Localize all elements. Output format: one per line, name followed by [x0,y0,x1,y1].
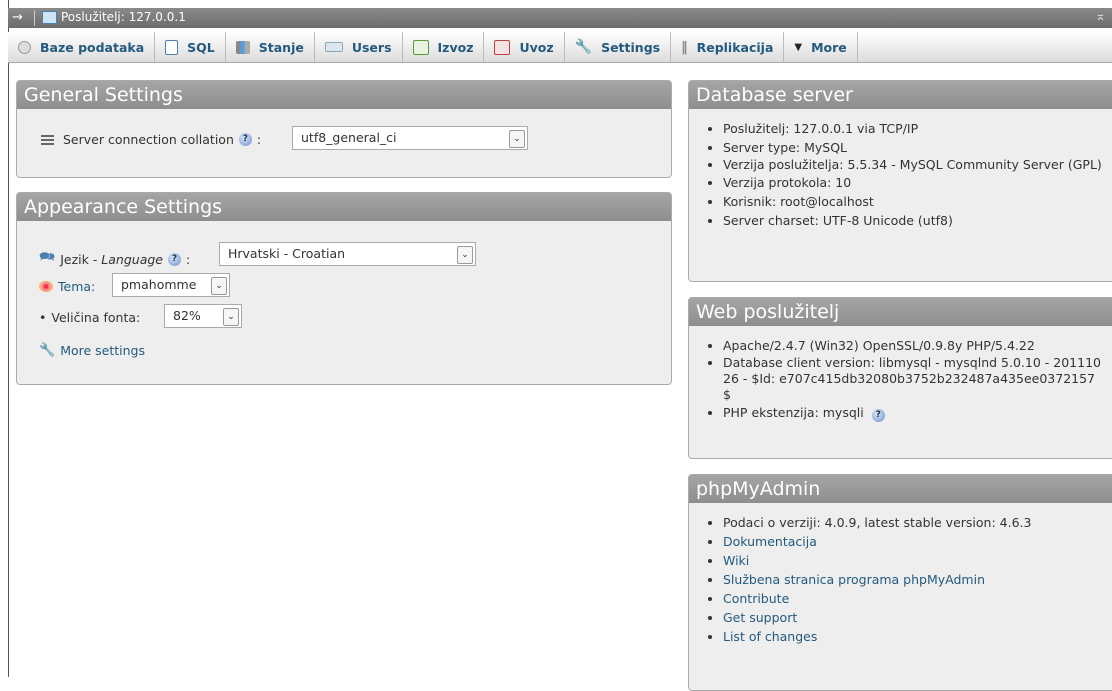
frame-left-border [8,0,9,677]
wrench-icon: 🔧 [39,343,56,358]
navigation-toggle-arrow-icon[interactable]: → [12,10,23,25]
sql-icon [165,39,179,55]
web-server-panel: Web poslužitelj Apache/2.4.7 (Win32) Ope… [688,297,1112,459]
list-item: Poslužitelj: 127.0.0.1 via TCP/IP [723,119,1109,138]
changelog-link[interactable]: List of changes [723,629,817,644]
tab-status[interactable]: Stanje [226,32,315,62]
main-tab-bar: Baze podataka SQL Stanje Users Izvoz Uvo… [8,32,1112,63]
tab-sql[interactable]: SQL [155,32,226,62]
collapse-icon[interactable]: ⌅ [1095,9,1106,24]
language-select[interactable]: Hrvatski - Croatian ⌄ [219,242,476,266]
tab-databases[interactable]: Baze podataka [8,32,156,62]
list-item: Službena stranica programa phpMyAdmin [723,570,1112,589]
contribute-link[interactable]: Contribute [723,591,789,606]
breadcrumb-server[interactable]: Poslužitelj: 127.0.0.1 [42,10,186,24]
list-item: Get support [723,608,1112,627]
general-settings-title: General Settings [17,81,671,109]
theme-icon [39,281,53,292]
help-icon[interactable]: ? [168,252,181,266]
version-info: Podaci o verziji: 4.0.9, latest stable v… [723,513,1112,532]
more-settings-link[interactable]: More settings [60,343,145,358]
wrench-icon: 🔧 [574,39,593,55]
list-item: Apache/2.4.7 (Win32) OpenSSL/0.9.8y PHP/… [723,336,1105,355]
database-server-panel: Database server Poslužitelj: 127.0.0.1 v… [688,80,1112,282]
appearance-settings-title: Appearance Settings [17,193,671,221]
database-server-title: Database server [689,81,1112,109]
caret-down-icon: ▼ [794,41,803,53]
tab-import[interactable]: Uvoz [484,32,565,62]
phpmyadmin-title: phpMyAdmin [689,475,1112,503]
get-support-link[interactable]: Get support [723,610,797,625]
web-server-title: Web poslužitelj [689,298,1112,326]
database-icon [18,40,31,54]
help-icon[interactable]: ? [871,409,885,422]
list-item: Database client version: libmysql - mysq… [723,355,1105,403]
language-label: Jezik - Language [60,251,163,267]
help-icon[interactable]: ? [238,133,252,146]
phpmyadmin-list: Podaci o verziji: 4.0.9, latest stable v… [689,503,1112,646]
language-icon: 🗪 [39,250,56,265]
general-settings-panel: General Settings Server connection colla… [16,80,672,178]
list-item: Server type: MySQL [723,138,1109,157]
list-item: Wiki [723,551,1112,570]
phpmyadmin-panel: phpMyAdmin Podaci o verziji: 4.0.9, late… [688,474,1112,691]
import-icon [494,39,511,55]
collation-select[interactable]: utf8_general_ci ⌄ [292,126,528,150]
homepage-link[interactable]: Službena stranica programa phpMyAdmin [723,572,985,587]
list-item: PHP ekstenzija: mysqli ? [723,403,1105,422]
tab-more[interactable]: ▼ More [784,32,858,62]
list-item: Korisnik: root@localhost [723,192,1109,211]
breadcrumb-bar: → Poslužitelj: 127.0.0.1 ⌅ [8,8,1112,28]
tab-export[interactable]: Izvoz [403,32,485,62]
status-icon [235,40,250,54]
breadcrumb-server-label: Poslužitelj: 127.0.0.1 [61,10,186,24]
list-item: Server charset: UTF-8 Unicode (utf8) [723,211,1109,230]
font-size-select[interactable]: 82% ⌄ [164,304,242,328]
wiki-link[interactable]: Wiki [723,553,749,568]
tab-settings[interactable]: 🔧 Settings [565,32,672,62]
list-item: Dokumentacija [723,532,1112,551]
chevron-down-icon: ⌄ [457,246,473,264]
collation-icon [41,134,54,145]
list-item: Contribute [723,589,1112,608]
chevron-down-icon: ⌄ [211,277,227,295]
colon: : [256,132,262,147]
replication-icon: ‖ [681,39,688,55]
theme-link[interactable]: Tema: [58,279,95,294]
export-icon [412,39,429,55]
tab-users[interactable]: Users [315,32,403,62]
chevron-down-icon: ⌄ [223,308,239,326]
chevron-down-icon: ⌄ [509,130,525,148]
tab-replication[interactable]: ‖ Replikacija [671,32,785,62]
list-item: Verzija protokola: 10 [723,173,1109,192]
database-server-list: Poslužitelj: 127.0.0.1 via TCP/IP Server… [689,109,1112,230]
list-item: Verzija poslužitelja: 5.5.34 - MySQL Com… [723,157,1109,173]
web-server-list: Apache/2.4.7 (Win32) OpenSSL/0.9.8y PHP/… [689,326,1112,422]
list-item: List of changes [723,627,1112,646]
theme-select[interactable]: pmahomme ⌄ [112,273,230,297]
font-size-label: Veličina fonta: [51,310,141,325]
server-icon [42,10,57,24]
users-icon [324,42,343,52]
collation-label: Server connection collation [63,132,234,147]
appearance-settings-panel: Appearance Settings 🗪 Jezik - Language ?… [16,192,672,385]
breadcrumb-separator [34,10,35,26]
documentation-link[interactable]: Dokumentacija [723,534,817,549]
